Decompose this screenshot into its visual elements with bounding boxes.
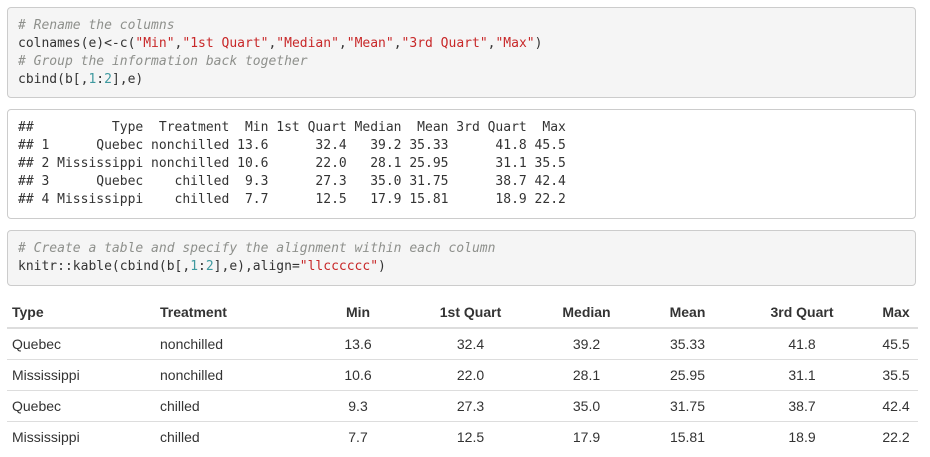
- table-cell: 22.2: [874, 421, 918, 452]
- code-block-kable: # Create a table and specify the alignme…: [7, 230, 916, 286]
- header-type: Type: [7, 296, 155, 329]
- code-string: "3rd Quart": [401, 36, 488, 51]
- code-block-rename: # Rename the columns colnames(e)<-c("Min"…: [7, 7, 916, 98]
- code-comment: # Create a table and specify the alignme…: [18, 241, 496, 256]
- code-token: :: [198, 259, 206, 274]
- code-token: ],e),align=: [213, 259, 300, 274]
- table-cell: 35.33: [669, 336, 706, 352]
- header-mean: Mean: [645, 296, 730, 329]
- table-cell: nonchilled: [155, 359, 303, 391]
- table-cell: 28.1: [528, 359, 645, 391]
- table-cell: 45.5: [882, 336, 910, 352]
- code-token: ): [534, 36, 543, 51]
- output-line: ## 3 Quebec chilled 9.3 27.3 35.0 31.75 …: [18, 174, 566, 189]
- table-cell: 27.3: [413, 390, 528, 422]
- code-line: colnames(e)<-c("Min","1st Quart","Median…: [18, 35, 905, 53]
- kable-table: Type Treatment Min 1st Quart Median Mean…: [7, 296, 918, 452]
- table-cell: 22.0: [413, 359, 528, 391]
- output-line: ## 4 Mississippi chilled 7.7 12.5 17.9 1…: [18, 192, 566, 207]
- code-string: "llcccccc": [299, 259, 379, 274]
- header-min: Min: [303, 296, 413, 329]
- table-row: Quebec chilled 9.3 27.3 35.0 31.75 38.7 42.4: [7, 390, 918, 422]
- code-token: knitr::kable(cbind(b[,: [18, 259, 191, 274]
- code-number: 2: [205, 259, 214, 274]
- table-cell: 31.1: [730, 359, 874, 391]
- code-token: ): [378, 259, 386, 274]
- table-cell: Mississippi: [7, 359, 155, 391]
- code-string: "1st Quart": [182, 36, 269, 51]
- table-cell: 12.5: [413, 421, 528, 452]
- code-token: ],e): [111, 72, 144, 87]
- code-number: 1: [190, 259, 199, 274]
- header-max: Max: [874, 296, 918, 329]
- code-token: :: [96, 72, 105, 87]
- table-cell: 35.0: [528, 390, 645, 422]
- table-cell: 25.95: [645, 359, 730, 391]
- code-token: ,: [338, 36, 347, 51]
- table-cell: chilled: [155, 421, 303, 452]
- output-line: ## Type Treatment Min 1st Quart Median M…: [18, 120, 566, 135]
- output-line: ## 2 Mississippi nonchilled 10.6 22.0 28…: [18, 156, 566, 171]
- table-header-row: Type Treatment Min 1st Quart Median Mean…: [7, 296, 918, 329]
- table-cell: 18.9: [730, 421, 874, 452]
- table-cell: 41.8: [788, 336, 816, 352]
- table-cell: Mississippi: [7, 421, 155, 452]
- output-line: ## 1 Quebec nonchilled 13.6 32.4 39.2 35…: [18, 138, 566, 153]
- code-comment: # Rename the columns: [18, 18, 175, 33]
- code-line: # Create a table and specify the alignme…: [18, 240, 905, 258]
- table-cell: 13.6: [344, 336, 372, 352]
- code-string: "Median": [276, 36, 339, 51]
- header-treatment: Treatment: [155, 296, 303, 329]
- table-cell: 9.3: [303, 390, 413, 422]
- table-cell: 35.5: [874, 359, 918, 391]
- code-line: knitr::kable(cbind(b[,1:2],e),align="llc…: [18, 258, 905, 276]
- code-string: "Mean": [346, 36, 394, 51]
- table-cell: 7.7: [303, 421, 413, 452]
- table-cell: 42.4: [874, 390, 918, 422]
- code-string: "Min": [135, 36, 175, 51]
- header-median: Median: [528, 296, 645, 329]
- code-token: colnames(e)<-c(: [18, 36, 136, 51]
- table-cell: 10.6: [303, 359, 413, 391]
- code-string: "Max": [495, 36, 535, 51]
- code-token: ,: [393, 36, 402, 51]
- output-block-cbind: ## Type Treatment Min 1st Quart Median M…: [7, 109, 916, 219]
- code-token: cbind(b[,: [18, 72, 89, 87]
- table-row: Mississippi chilled 7.7 12.5 17.9 15.81 18.9 22…: [7, 421, 918, 452]
- table-cell: nonchilled: [160, 336, 224, 352]
- table-cell: 32.4: [456, 336, 485, 352]
- table-cell: 17.9: [528, 421, 645, 452]
- table-cell: 38.7: [730, 390, 874, 422]
- table-cell: 15.81: [645, 421, 730, 452]
- table-cell: 31.75: [645, 390, 730, 422]
- table-cell: Quebec: [7, 390, 155, 422]
- table-cell: chilled: [155, 390, 303, 422]
- header-1st-quart: 1st Quart: [413, 296, 528, 329]
- code-number: 2: [104, 72, 112, 87]
- table-row: Quebec nonchilled 13.6 32.4 39.2 35.33 41.8 45.…: [7, 328, 918, 360]
- code-line: # Group the information back together: [18, 53, 905, 71]
- code-comment: # Group the information back together: [18, 54, 308, 69]
- code-line: cbind(b[,1:2],e): [18, 71, 905, 89]
- header-3rd-quart: 3rd Quart: [730, 296, 874, 329]
- table-row: Mississippi nonchilled 10.6 22.0 28.1 25.95 31…: [7, 359, 918, 391]
- code-line: # Rename the columns: [18, 17, 905, 35]
- table-cell: Quebec: [12, 336, 62, 352]
- table-cell: 39.2: [572, 336, 601, 352]
